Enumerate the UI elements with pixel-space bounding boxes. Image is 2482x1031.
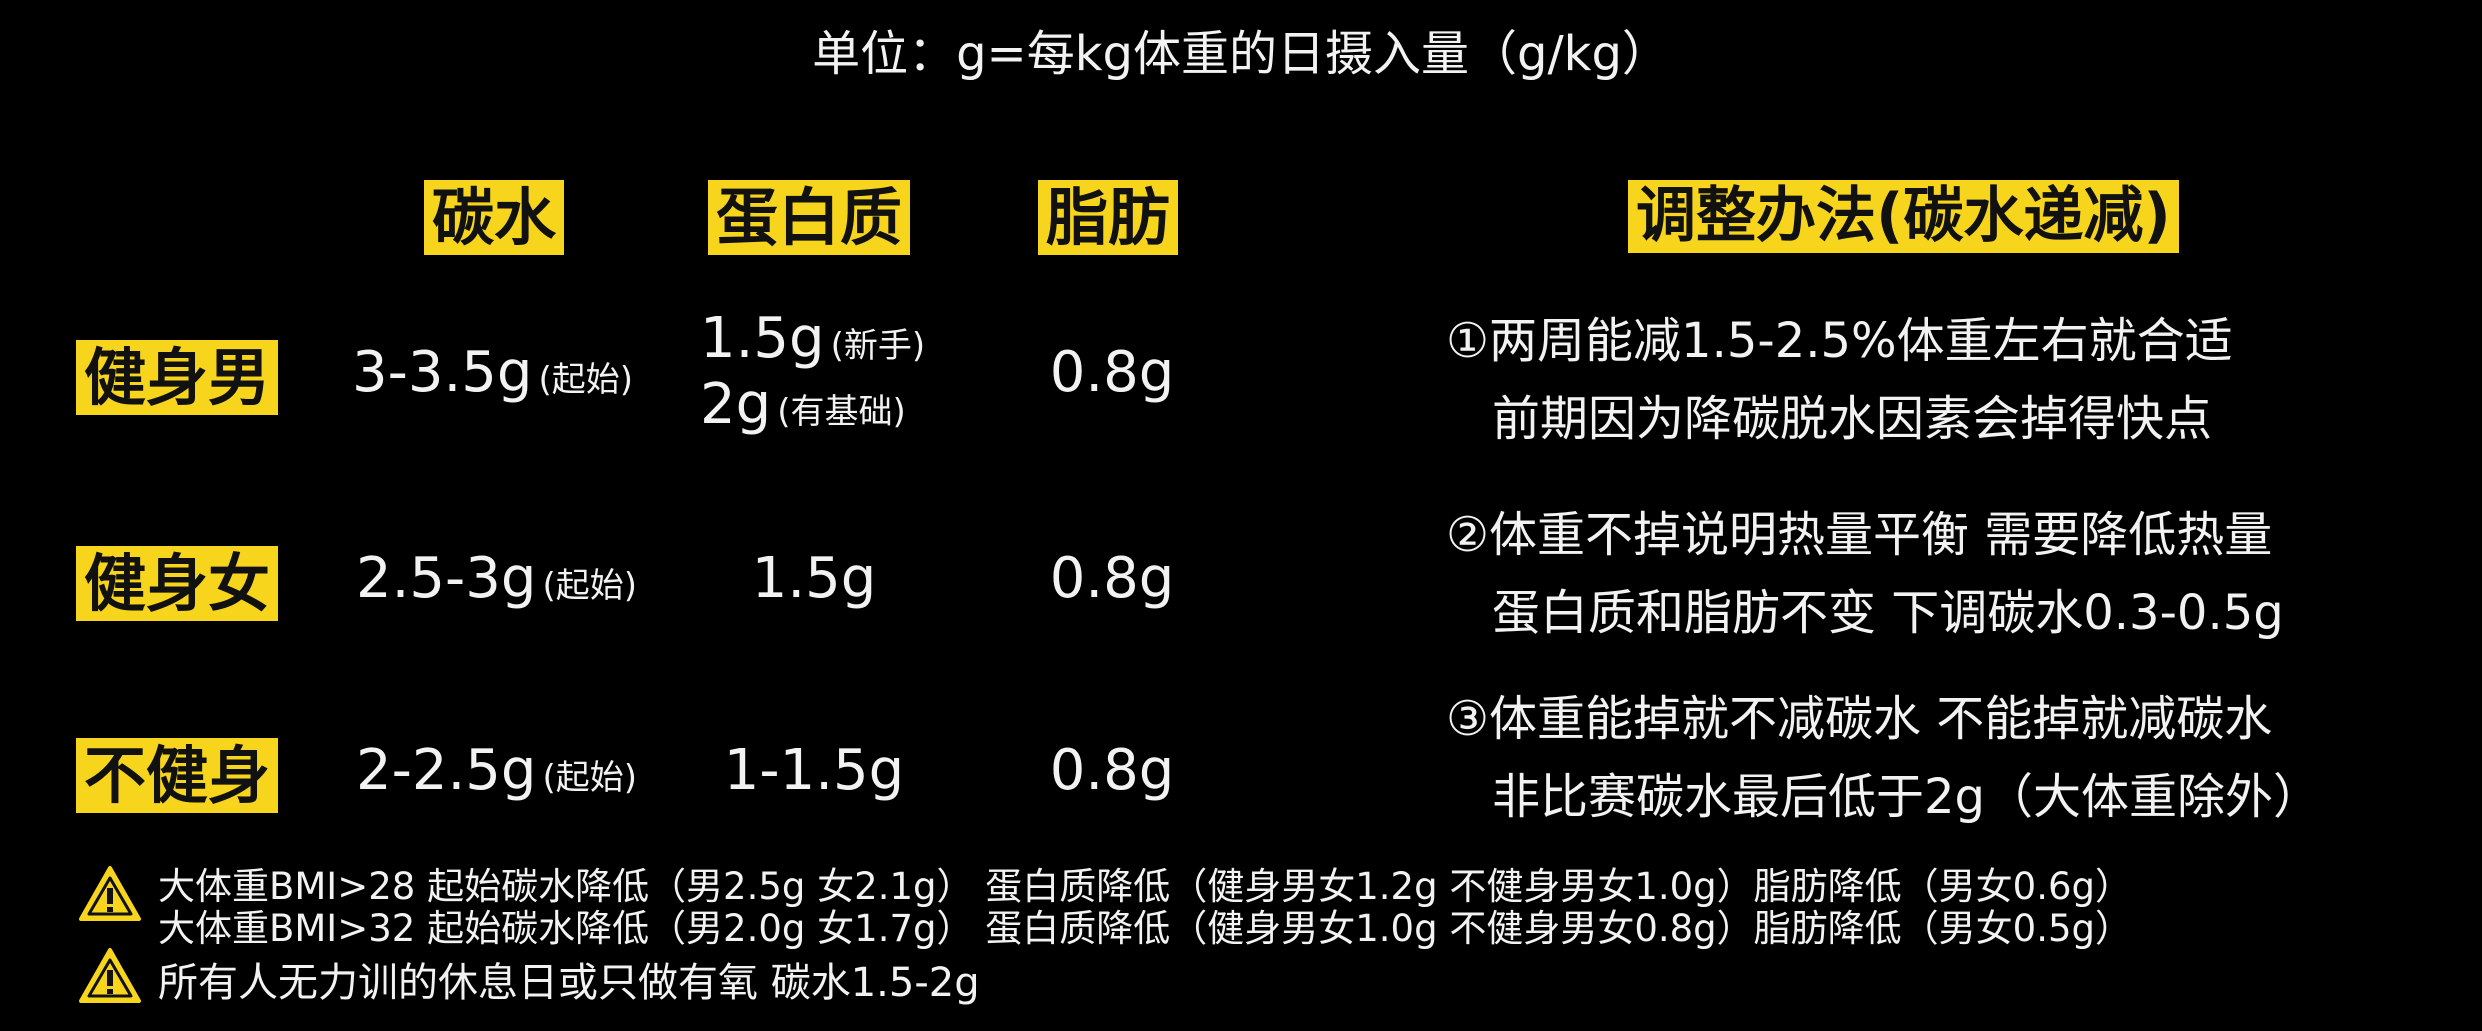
carb-fit-female: 2.5-3g (起始) bbox=[356, 546, 637, 611]
adjust-note-line: ②体重不掉说明热量平衡 需要降低热量 bbox=[1446, 507, 2273, 563]
adjust-note-line: 前期因为降碳脱水因素会掉得快点 bbox=[1492, 391, 2213, 447]
header-carb: 碳水 bbox=[424, 180, 565, 256]
carb-fit-male: 3-3.5g (起始) bbox=[352, 340, 633, 405]
fat-non-fit: 0.8g bbox=[1049, 738, 1175, 803]
carb-value: 2.5-3g bbox=[356, 546, 537, 611]
row-label-non-fit: 不健身 bbox=[76, 738, 279, 814]
header-fat: 脂肪 bbox=[1038, 180, 1179, 256]
protein-fit-male-experienced: 2g (有基础) bbox=[700, 372, 906, 437]
warning-icon bbox=[79, 948, 141, 1003]
carb-value: 2-2.5g bbox=[356, 738, 537, 803]
adjust-note-3: ③体重能掉就不减碳水 不能掉就减碳水 非比赛碳水最后低于2g（大体重除外） bbox=[1446, 680, 2321, 836]
header-adjust: 调整办法(碳水递减) bbox=[1628, 180, 2179, 253]
adjust-note-2: ②体重不掉说明热量平衡 需要降低热量 蛋白质和脂肪不变 下调碳水0.3-0.5g bbox=[1446, 496, 2284, 652]
adjust-note-line: ③体重能掉就不减碳水 不能掉就减碳水 bbox=[1446, 691, 2273, 747]
carb-non-fit: 2-2.5g (起始) bbox=[356, 738, 637, 803]
unit-caption: 单位：g=每kg体重的日摄入量（g/kg） bbox=[812, 26, 1670, 82]
adjust-note-line: 非比赛碳水最后低于2g（大体重除外） bbox=[1492, 769, 2322, 825]
row-label-fit-female: 健身女 bbox=[76, 546, 279, 622]
protein-value: 1.5g bbox=[700, 306, 825, 371]
warning-icon bbox=[79, 866, 141, 921]
warning-bmi-32: 大体重BMI>32 起始碳水降低（男2.0g 女1.7g） 蛋白质降低（健身男女… bbox=[158, 907, 2132, 950]
warning-rest-day: 所有人无力训的休息日或只做有氧 碳水1.5-2g bbox=[158, 960, 980, 1006]
carb-note: (起始) bbox=[542, 566, 637, 606]
carb-note: (起始) bbox=[538, 360, 633, 400]
protein-fit-male-novice: 1.5g (新手) bbox=[700, 306, 925, 371]
protein-value: 2g bbox=[700, 372, 772, 437]
adjust-note-line: 蛋白质和脂肪不变 下调碳水0.3-0.5g bbox=[1492, 585, 2284, 641]
protein-non-fit: 1-1.5g bbox=[723, 738, 905, 803]
carb-value: 3-3.5g bbox=[352, 340, 533, 405]
protein-fit-female: 1.5g bbox=[751, 546, 877, 611]
carb-note: (起始) bbox=[542, 758, 637, 798]
protein-note: (有基础) bbox=[777, 392, 906, 432]
adjust-note-1: ①两周能减1.5-2.5%体重左右就合适 前期因为降碳脱水因素会掉得快点 bbox=[1446, 302, 2233, 458]
fat-fit-female: 0.8g bbox=[1049, 546, 1175, 611]
header-protein: 蛋白质 bbox=[708, 180, 911, 256]
protein-note: (新手) bbox=[830, 326, 926, 366]
adjust-note-line: ①两周能减1.5-2.5%体重左右就合适 bbox=[1446, 313, 2233, 369]
fat-fit-male: 0.8g bbox=[1049, 340, 1175, 405]
row-label-fit-male: 健身男 bbox=[76, 340, 279, 416]
